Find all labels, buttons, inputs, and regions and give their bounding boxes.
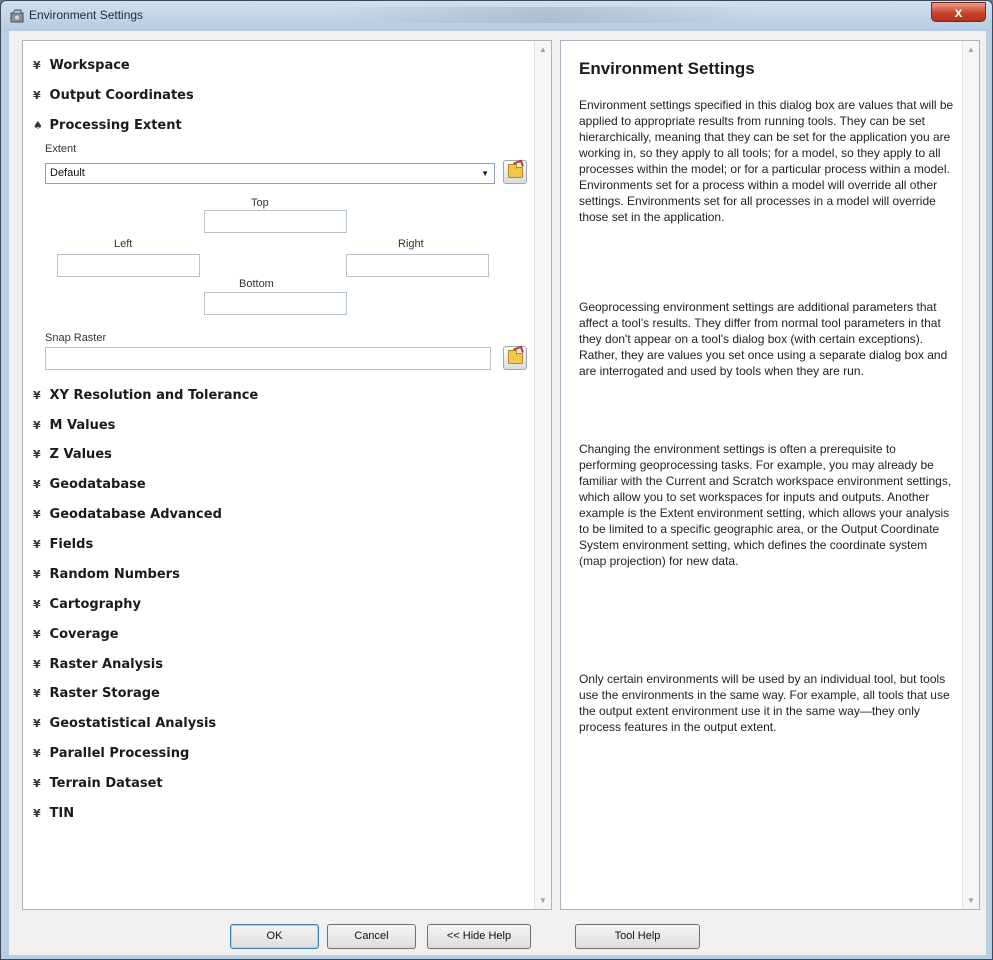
dialog-client-area: ¥ Workspace ¥ Output Coordinates ♠ Proce… [9,31,986,955]
section-label: Z Values [49,447,112,462]
help-scrollbar[interactable]: ▲ ▼ [962,41,979,909]
expand-chevron-icon: ¥ [33,658,41,671]
section-random-numbers[interactable]: ¥ Random Numbers [33,567,180,582]
tool-help-button[interactable]: Tool Help [575,924,700,949]
cancel-button[interactable]: Cancel [327,924,416,949]
title-bar-background-blur [331,7,761,23]
open-folder-icon [508,164,523,178]
section-label: M Values [49,418,116,433]
section-output-coordinates[interactable]: ¥ Output Coordinates [33,88,194,103]
extent-browse-button[interactable] [503,160,527,184]
expand-chevron-icon: ¥ [33,89,41,102]
help-panel: Environment Settings Environment setting… [560,40,980,910]
ok-button[interactable]: OK [230,924,319,949]
right-field[interactable] [346,254,489,277]
left-field[interactable] [57,254,200,277]
bottom-label: Bottom [239,278,274,290]
snap-raster-browse-button[interactable] [503,346,527,370]
section-label: Parallel Processing [49,746,190,761]
toolbox-icon [10,9,24,23]
scroll-up-arrow-icon[interactable]: ▲ [539,45,547,54]
section-label: Terrain Dataset [49,776,163,791]
section-raster-analysis[interactable]: ¥ Raster Analysis [33,657,163,672]
section-xy-resolution[interactable]: ¥ XY Resolution and Tolerance [33,388,258,403]
help-title: Environment Settings [579,59,755,78]
section-coverage[interactable]: ¥ Coverage [33,627,119,642]
extent-combo[interactable]: Default ▼ [45,163,495,184]
section-parallel-processing[interactable]: ¥ Parallel Processing [33,746,189,761]
section-label: Processing Extent [49,118,182,133]
hide-help-button[interactable]: << Hide Help [427,924,531,949]
expand-chevron-icon: ¥ [33,598,41,611]
section-label: Geodatabase [49,477,146,492]
right-label: Right [398,238,424,250]
expand-chevron-icon: ¥ [33,747,41,760]
section-label: Geodatabase Advanced [49,507,222,522]
expand-chevron-icon: ¥ [33,807,41,820]
section-label: Cartography [49,597,141,612]
section-label: Fields [49,537,94,552]
section-geodatabase-advanced[interactable]: ¥ Geodatabase Advanced [33,507,222,522]
section-label: Output Coordinates [49,88,194,103]
scroll-down-arrow-icon[interactable]: ▼ [967,896,975,905]
scroll-down-arrow-icon[interactable]: ▼ [539,896,547,905]
environment-settings-window: Environment Settings x ¥ Workspace ¥ Out… [0,0,993,960]
expand-chevron-icon: ¥ [33,777,41,790]
help-paragraph: Only certain environments will be used b… [579,672,950,734]
expand-chevron-icon: ¥ [33,508,41,521]
section-processing-extent[interactable]: ♠ Processing Extent [33,118,182,133]
expand-chevron-icon: ¥ [33,478,41,491]
extent-label: Extent [45,143,77,155]
section-m-values[interactable]: ¥ M Values [33,418,115,433]
help-paragraph: Environment settings specified in this d… [579,98,954,224]
open-folder-icon [508,350,523,364]
section-fields[interactable]: ¥ Fields [33,537,93,552]
expand-chevron-icon: ¥ [33,419,41,432]
section-cartography[interactable]: ¥ Cartography [33,597,141,612]
section-label: Raster Analysis [49,657,163,672]
top-label: Top [251,197,269,209]
section-z-values[interactable]: ¥ Z Values [33,447,112,462]
section-geostatistical-analysis[interactable]: ¥ Geostatistical Analysis [33,716,216,731]
snap-raster-field[interactable] [45,347,491,370]
expand-chevron-icon: ¥ [33,448,41,461]
expand-chevron-icon: ¥ [33,59,41,72]
expand-chevron-icon: ¥ [33,717,41,730]
title-bar[interactable]: Environment Settings x [1,1,992,31]
section-tin[interactable]: ¥ TIN [33,806,74,821]
close-button[interactable]: x [931,2,986,22]
section-label: TIN [49,806,75,821]
dropdown-arrow-icon: ▼ [481,169,489,178]
scroll-up-arrow-icon[interactable]: ▲ [967,45,975,54]
section-label: Workspace [49,58,130,73]
help-paragraph: Changing the environment settings is oft… [579,442,952,568]
window-title: Environment Settings [29,8,144,22]
settings-scrollbar[interactable]: ▲ ▼ [534,41,551,909]
left-label: Left [114,238,133,250]
expand-chevron-icon: ¥ [33,628,41,641]
extent-combo-value: Default [50,167,85,179]
section-label: Random Numbers [49,567,180,582]
collapse-chevron-icon: ♠ [33,119,43,132]
expand-chevron-icon: ¥ [33,538,41,551]
section-label: XY Resolution and Tolerance [49,388,259,403]
section-terrain-dataset[interactable]: ¥ Terrain Dataset [33,776,163,791]
top-field[interactable] [204,210,347,233]
section-geodatabase[interactable]: ¥ Geodatabase [33,477,146,492]
settings-panel: ¥ Workspace ¥ Output Coordinates ♠ Proce… [22,40,552,910]
help-paragraph: Geoprocessing environment settings are a… [579,300,948,378]
section-label: Raster Storage [49,686,160,701]
expand-chevron-icon: ¥ [33,687,41,700]
snap-raster-label: Snap Raster [45,332,107,344]
section-label: Coverage [49,627,119,642]
bottom-field[interactable] [204,292,347,315]
expand-chevron-icon: ¥ [33,568,41,581]
section-label: Geostatistical Analysis [49,716,217,731]
expand-chevron-icon: ¥ [33,389,41,402]
section-raster-storage[interactable]: ¥ Raster Storage [33,686,160,701]
section-workspace[interactable]: ¥ Workspace [33,58,130,73]
